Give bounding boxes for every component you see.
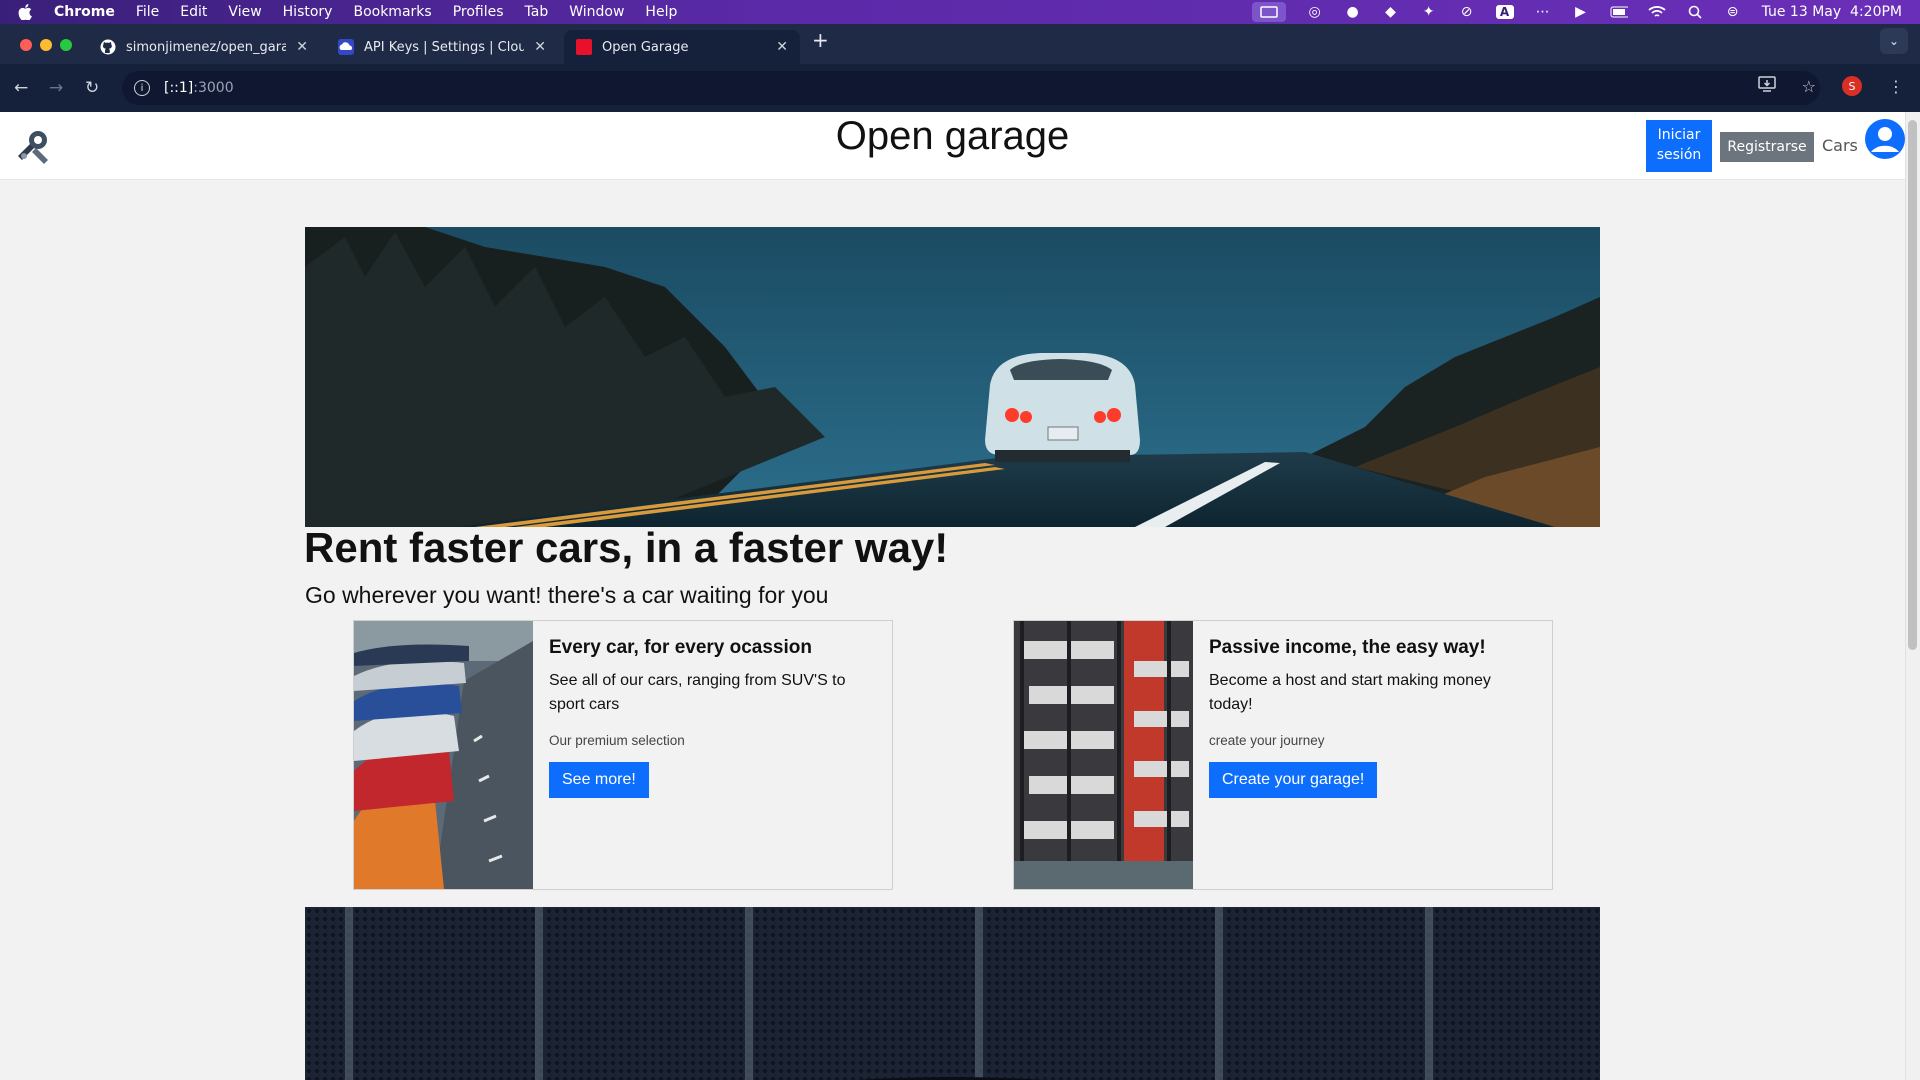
tab-title: simonjimenez/open_garage	[126, 39, 287, 55]
menu-help[interactable]: Help	[645, 4, 677, 20]
card-image-parked-cars	[354, 621, 533, 889]
tab-title: API Keys | Settings | Cloudinary	[364, 39, 525, 55]
car-rear	[985, 353, 1140, 462]
back-arrow-icon[interactable]: ←	[14, 78, 28, 98]
cloudinary-icon	[338, 39, 354, 55]
card-every-car: Every car, for every ocassion See all of…	[353, 620, 893, 890]
menu-edit[interactable]: Edit	[180, 4, 207, 20]
wifi-icon[interactable]	[1647, 5, 1666, 19]
login-button[interactable]: Iniciar sesión	[1646, 120, 1712, 172]
see-more-button[interactable]: See more!	[549, 762, 649, 798]
profile-avatar[interactable]: S	[1842, 76, 1862, 96]
card-title: Every car, for every ocassion	[549, 637, 812, 658]
new-tab-button[interactable]: +	[812, 28, 829, 52]
maximize-window-button[interactable]	[60, 39, 72, 51]
url-port: :3000	[193, 80, 234, 96]
red-square-icon	[576, 39, 592, 55]
bookmark-star-icon[interactable]: ☆	[1802, 77, 1816, 96]
menu-window[interactable]: Window	[569, 4, 624, 20]
dropbox-icon[interactable]: ✦	[1420, 4, 1438, 20]
compass-icon[interactable]: ⊘	[1458, 4, 1476, 20]
forward-arrow-icon[interactable]: →	[49, 78, 63, 98]
register-button[interactable]: Registrarse	[1720, 132, 1814, 162]
close-tab-icon[interactable]: ✕	[776, 39, 788, 55]
url-host: [::1]	[164, 80, 194, 96]
macos-menu-bar: Chrome File Edit View History Bookmarks …	[0, 0, 1920, 24]
spotlight-icon[interactable]	[1686, 5, 1704, 19]
menu-app-name[interactable]: Chrome	[54, 4, 115, 20]
close-tab-icon[interactable]: ✕	[534, 39, 546, 55]
web-page: Open garage Iniciar sesión Registrarse C…	[0, 112, 1920, 1080]
menu-view[interactable]: View	[228, 4, 261, 20]
reload-icon[interactable]: ↻	[85, 78, 99, 98]
tab-title: Open Garage	[602, 39, 689, 55]
site-navbar: Open garage Iniciar sesión Registrarse C…	[0, 112, 1920, 180]
openai-icon[interactable]: ◎	[1306, 4, 1324, 20]
close-tab-icon[interactable]: ✕	[296, 39, 308, 55]
input-source-icon[interactable]: A	[1495, 5, 1514, 19]
menu-bookmarks[interactable]: Bookmarks	[353, 4, 431, 20]
tab-github[interactable]: simonjimenez/open_garage ✕	[88, 30, 320, 64]
scrollbar-thumb[interactable]	[1908, 120, 1917, 650]
card-text: Become a host and start making money tod…	[1209, 672, 1491, 713]
card-subtext: Our premium selection	[549, 733, 685, 748]
card-text: See all of our cars, ranging from SUV'S …	[549, 672, 846, 713]
play-icon[interactable]: ▶	[1572, 4, 1590, 20]
site-title: Open garage	[835, 114, 1070, 158]
menubar-datetime[interactable]: Tue 13 May 4:20PM	[1762, 4, 1902, 20]
control-center-icon[interactable]: ⊜	[1724, 4, 1742, 20]
battery-icon[interactable]	[1610, 5, 1628, 19]
hero-image	[305, 227, 1600, 527]
user-avatar-icon[interactable]	[1865, 119, 1905, 159]
window-controls	[20, 39, 72, 51]
vpn-icon[interactable]: ◆	[1382, 4, 1400, 20]
menu-tab[interactable]: Tab	[525, 4, 549, 20]
create-garage-button[interactable]: Create your garage!	[1209, 762, 1378, 798]
tab-open-garage[interactable]: Open Garage ✕	[564, 30, 800, 64]
menu-file[interactable]: File	[136, 4, 159, 20]
hero-headline: Rent faster cars, in a faster way!	[304, 524, 949, 571]
card-image-car-tower	[1014, 621, 1193, 889]
browser-toolbar: ← → ↻ i [::1]:3000 ☆ S ⋮	[0, 64, 1920, 112]
page-scrollbar[interactable]	[1905, 112, 1920, 1080]
tab-cloudinary[interactable]: API Keys | Settings | Cloudinary ✕	[326, 30, 558, 64]
dots-icon[interactable]: ⋯	[1534, 4, 1552, 20]
menu-history[interactable]: History	[283, 4, 333, 20]
tab-search-chevron-icon[interactable]: ⌄	[1880, 28, 1908, 54]
card-subtext: create your journey	[1209, 733, 1325, 748]
apple-icon[interactable]	[18, 4, 34, 20]
hero-subheadline: Go wherever you want! there's a car wait…	[305, 582, 829, 608]
screen-mirror-icon[interactable]	[1251, 2, 1286, 22]
close-window-button[interactable]	[20, 39, 32, 51]
second-hero-image	[305, 907, 1600, 1080]
kebab-menu-icon[interactable]: ⋮	[1888, 77, 1904, 96]
card-passive-income: Passive income, the easy way! Become a h…	[1013, 620, 1553, 890]
menu-profiles[interactable]: Profiles	[453, 4, 504, 20]
card-title: Passive income, the easy way!	[1209, 637, 1486, 658]
browser-tab-strip: simonjimenez/open_garage ✕ API Keys | Se…	[0, 24, 1920, 64]
site-info-icon[interactable]: i	[134, 80, 150, 96]
address-bar[interactable]: i [::1]:3000	[122, 71, 1820, 105]
github-icon	[100, 39, 116, 55]
grammarly-icon[interactable]: ●	[1344, 4, 1362, 20]
minimize-window-button[interactable]	[40, 39, 52, 51]
cars-nav-link[interactable]: Cars	[1822, 136, 1858, 155]
install-app-icon[interactable]	[1757, 76, 1776, 96]
